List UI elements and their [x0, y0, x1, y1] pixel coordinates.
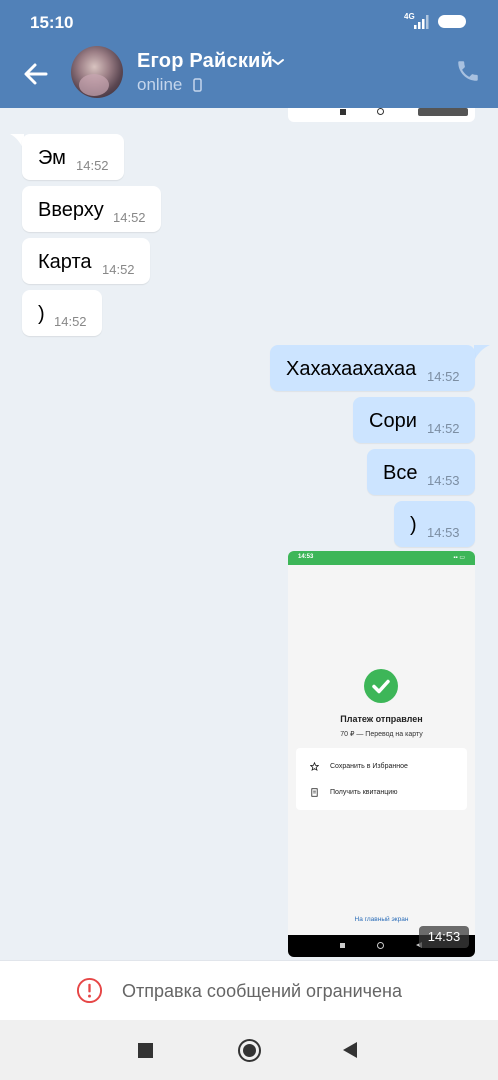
system-nav-bar: [0, 1020, 498, 1080]
image-status-bar: 14:53 ▪▪ ▭: [288, 551, 475, 565]
message-text: ): [38, 303, 45, 325]
star-icon: [310, 762, 319, 771]
chevron-down-icon[interactable]: [271, 57, 285, 67]
messaging-restricted-bar: Отправка сообщений ограничена: [0, 960, 498, 1021]
outgoing-message[interactable]: Хахахаахахаа 14:52: [270, 345, 475, 391]
message-time: 14:52: [54, 314, 87, 329]
message-time: 14:52: [113, 210, 146, 225]
battery-icon: 69: [438, 15, 466, 28]
chat-header: 15:10 4G 69 Егор Райский online: [0, 0, 498, 108]
bubble-tail: [474, 345, 490, 361]
payment-subtitle: 70 ₽ — Перевод на карту: [340, 731, 423, 738]
message-text: Карта: [38, 251, 92, 273]
contact-name[interactable]: Егор Райский: [137, 50, 273, 73]
previous-image-message[interactable]: [288, 108, 475, 122]
back-arrow-icon[interactable]: [20, 58, 52, 90]
message-time: 14:52: [427, 421, 460, 436]
message-time: 14:53: [427, 473, 460, 488]
phone-call-icon[interactable]: [455, 58, 481, 84]
incoming-message[interactable]: Вверху 14:52: [22, 186, 161, 232]
message-text: Сори: [369, 410, 417, 432]
receipt-icon: [311, 788, 318, 797]
incoming-message[interactable]: ) 14:52: [22, 290, 102, 336]
message-time: 14:52: [76, 158, 109, 173]
message-text: Эм: [38, 147, 66, 169]
signal-icon: [414, 15, 429, 29]
outgoing-message[interactable]: ) 14:53: [394, 501, 475, 547]
warning-icon: [76, 977, 103, 1004]
square-icon: [340, 943, 345, 948]
incoming-message[interactable]: Карта 14:52: [22, 238, 150, 284]
image-status-time: 14:53: [298, 554, 314, 560]
message-time: 14:52: [427, 369, 460, 384]
payment-title: Платеж отправлен: [340, 714, 423, 724]
message-text: Все: [383, 462, 418, 484]
message-text: Вверху: [38, 199, 104, 221]
outgoing-message[interactable]: Сори 14:52: [353, 397, 475, 443]
square-icon: [340, 109, 346, 115]
payment-actions-card: Сохранить в Избранное Получить квитанцию: [296, 748, 467, 810]
mobile-phone-icon: [193, 78, 202, 92]
restriction-text: Отправка сообщений ограничена: [122, 981, 402, 1001]
message-time: 14:52: [102, 262, 135, 277]
save-favorite-action: Сохранить в Избранное: [330, 763, 408, 770]
get-receipt-action: Получить квитанцию: [330, 789, 398, 796]
screenshot-image-message[interactable]: 14:53 ▪▪ ▭ Платеж отправлен 70 ₽ — Перев…: [288, 551, 475, 957]
circle-icon: [377, 942, 384, 949]
message-text: Хахахаахахаа: [286, 358, 417, 380]
status-time: 15:10: [30, 13, 74, 32]
avatar[interactable]: [71, 46, 123, 98]
main-screen-link: На главный экран: [354, 916, 409, 923]
home-icon[interactable]: [238, 1039, 261, 1062]
image-time-badge: 14:53: [419, 926, 469, 948]
circle-icon: [377, 108, 384, 115]
message-text: ): [410, 514, 417, 536]
nav-back-icon[interactable]: [343, 1042, 357, 1058]
message-time: 14:53: [427, 525, 460, 540]
incoming-message[interactable]: Эм 14:52: [22, 134, 124, 180]
outgoing-message[interactable]: Все 14:53: [367, 449, 475, 495]
recent-apps-icon[interactable]: [138, 1043, 153, 1058]
image-status-icons: ▪▪ ▭: [453, 555, 465, 561]
success-check-icon: [364, 669, 398, 703]
image-time-badge: [418, 108, 468, 116]
contact-status: online: [137, 75, 183, 94]
